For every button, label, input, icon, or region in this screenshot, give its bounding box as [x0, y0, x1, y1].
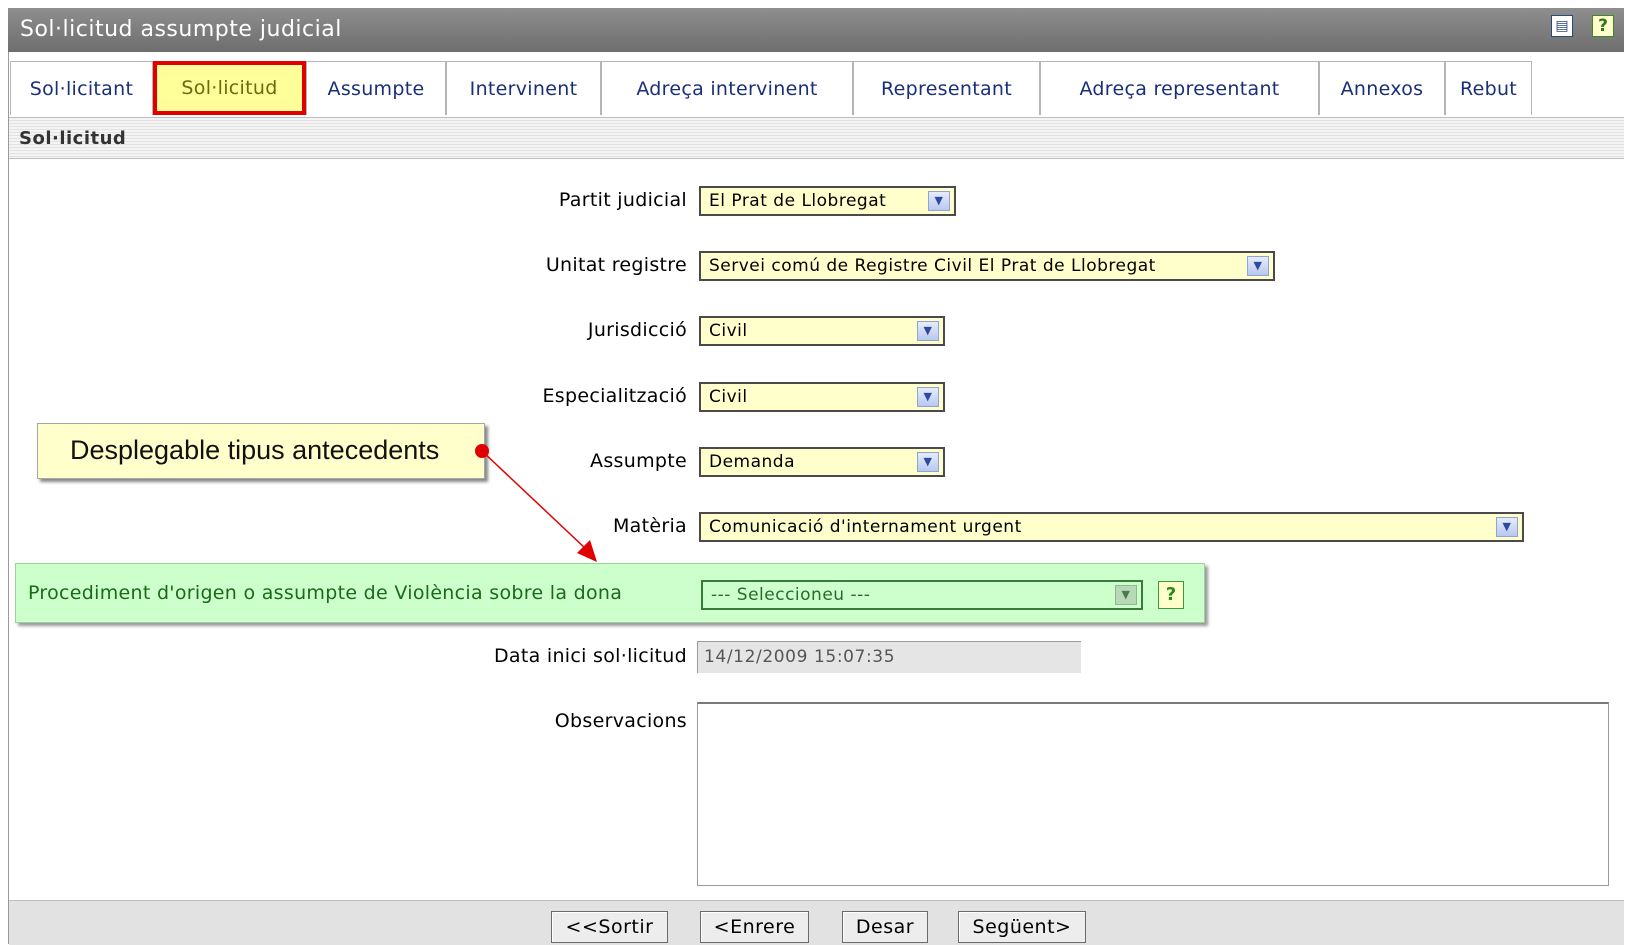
desar-button[interactable]: Desar	[842, 911, 928, 943]
callout-arrow	[475, 444, 597, 562]
footer-bar	[9, 900, 1624, 945]
seguent-button[interactable]: Següent>	[958, 911, 1086, 943]
sortir-button[interactable]: <<Sortir	[551, 911, 668, 943]
enrere-button[interactable]: <Enrere	[700, 911, 809, 943]
